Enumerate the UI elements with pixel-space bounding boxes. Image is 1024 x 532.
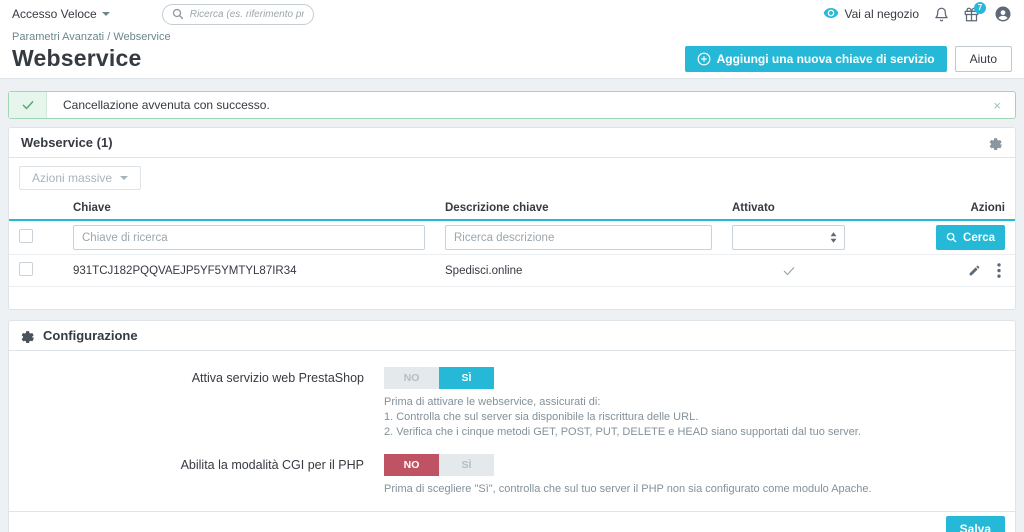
webservice-panel: Webservice (1) Azioni massive Chiave Des… xyxy=(8,127,1016,310)
row-menu-dots-icon[interactable] xyxy=(997,263,1001,278)
topbar: Accesso Veloce Vai al negozio 7 xyxy=(0,0,1024,28)
breadcrumb: Parametri Avanzati / Webservice xyxy=(12,31,1012,43)
column-header-active: Attivato xyxy=(722,198,855,220)
search-icon xyxy=(946,232,957,243)
select-all-checkbox[interactable] xyxy=(19,229,33,243)
notifications-button[interactable] xyxy=(934,7,949,22)
cgi-toggle-no[interactable]: NO xyxy=(384,454,439,476)
sort-arrows-icon xyxy=(830,232,837,243)
alert-close-button[interactable]: × xyxy=(979,92,1015,118)
alert-icon-area xyxy=(9,92,47,118)
view-shop-label: Vai al negozio xyxy=(845,7,920,21)
help-button[interactable]: Aiuto xyxy=(955,46,1012,72)
service-key-value: 931TCJ182PQQVAEJP5YF5YMTYL87IR34 xyxy=(63,255,435,287)
webservice-help-text: Prima di attivare le webservice, assicur… xyxy=(384,395,861,440)
column-header-key: Chiave xyxy=(63,198,435,220)
view-shop-link[interactable]: Vai al negozio xyxy=(823,7,920,21)
cgi-toggle-yes[interactable]: SÌ xyxy=(439,454,494,476)
table-row: 931TCJ182PQQVAEJP5YF5YMTYL87IR34 Spedisc… xyxy=(9,255,1015,287)
service-key-description: Spedisci.online xyxy=(435,255,722,287)
alert-message: Cancellazione avvenuta con successo. xyxy=(47,92,979,118)
configuration-panel: Configurazione Attiva servizio web Prest… xyxy=(8,320,1016,532)
key-filter-input[interactable] xyxy=(73,225,425,250)
bulk-actions-label: Azioni massive xyxy=(32,171,112,185)
main-content: Cancellazione avvenuta con successo. × W… xyxy=(0,79,1024,532)
cgi-help-text: Prima di scegliere "Sì", controlla che s… xyxy=(384,482,872,497)
webservice-toggle: NO SÌ xyxy=(384,367,494,389)
page-title: Webservice xyxy=(12,45,141,72)
bell-icon xyxy=(934,7,949,22)
notification-badge: 7 xyxy=(974,2,986,14)
breadcrumb-current: Webservice xyxy=(113,31,170,43)
active-filter-select[interactable] xyxy=(732,225,845,250)
profile-avatar-icon xyxy=(994,5,1012,23)
announcements-button[interactable]: 7 xyxy=(964,7,979,22)
search-bar[interactable] xyxy=(162,4,314,25)
topbar-actions: Vai al negozio 7 xyxy=(823,5,1013,23)
add-service-key-label: Aggiungi una nuova chiave di servizio xyxy=(717,52,935,66)
breadcrumb-parent[interactable]: Parametri Avanzati xyxy=(12,31,104,43)
table-header-row: Chiave Descrizione chiave Attivato Azion… xyxy=(9,198,1015,220)
success-alert: Cancellazione avvenuta con successo. × xyxy=(8,91,1016,119)
eye-icon xyxy=(823,8,839,20)
cgi-toggle: NO SÌ xyxy=(384,454,494,476)
webservice-toggle-yes[interactable]: SÌ xyxy=(439,367,494,389)
description-filter-input[interactable] xyxy=(445,225,712,250)
check-icon xyxy=(21,98,35,112)
cgi-toggle-row: Abilita la modalità CGI per il PHP NO SÌ… xyxy=(9,454,1015,497)
row-checkbox[interactable] xyxy=(19,262,33,276)
search-input[interactable] xyxy=(190,9,304,20)
column-header-actions: Azioni xyxy=(855,198,1015,220)
breadcrumb-separator: / xyxy=(107,31,110,43)
active-check-icon xyxy=(782,264,796,278)
profile-menu[interactable] xyxy=(994,5,1012,23)
webservice-table: Chiave Descrizione chiave Attivato Azion… xyxy=(9,198,1015,287)
bulk-actions-button[interactable]: Azioni massive xyxy=(19,166,141,190)
configuration-panel-title: Configurazione xyxy=(43,328,138,343)
chevron-down-icon xyxy=(120,176,128,180)
quick-access-label: Accesso Veloce xyxy=(12,7,97,21)
webservice-toggle-label: Attiva servizio web PrestaShop xyxy=(9,367,364,440)
column-header-description: Descrizione chiave xyxy=(435,198,722,220)
cgi-toggle-label: Abilita la modalità CGI per il PHP xyxy=(9,454,364,497)
edit-pencil-icon[interactable] xyxy=(968,264,981,277)
gear-icon xyxy=(21,329,35,343)
page-header: Parametri Avanzati / Webservice Webservi… xyxy=(0,28,1024,79)
plus-circle-icon xyxy=(697,52,711,66)
search-submit-label: Cerca xyxy=(963,232,995,244)
filter-row: Cerca xyxy=(9,220,1015,255)
webservice-panel-title: Webservice (1) xyxy=(21,135,113,150)
search-icon xyxy=(172,8,184,20)
save-button[interactable]: Salva xyxy=(946,516,1005,532)
search-submit-button[interactable]: Cerca xyxy=(936,225,1005,250)
add-service-key-button[interactable]: Aggiungi una nuova chiave di servizio xyxy=(685,46,947,72)
webservice-toggle-row: Attiva servizio web PrestaShop NO SÌ Pri… xyxy=(9,367,1015,440)
webservice-toggle-no[interactable]: NO xyxy=(384,367,439,389)
gear-icon[interactable] xyxy=(989,136,1003,150)
quick-access-menu[interactable]: Accesso Veloce xyxy=(12,7,110,21)
chevron-down-icon xyxy=(102,12,110,16)
